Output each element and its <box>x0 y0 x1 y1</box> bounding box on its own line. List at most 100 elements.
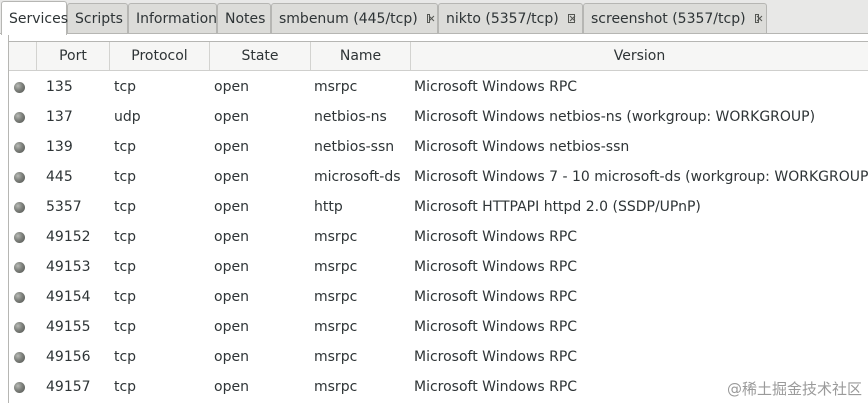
tab-information[interactable]: Information <box>128 3 217 33</box>
protocol-cell: tcp <box>114 289 137 305</box>
service-name-cell: msrpc <box>314 289 358 305</box>
protocol-cell: tcp <box>114 229 137 245</box>
port-cell: 49156 <box>46 349 91 365</box>
tab-nikto[interactable]: nikto (5357/tcp) <box>438 3 583 33</box>
port-cell: 49154 <box>46 289 91 305</box>
tab-smbenum[interactable]: smbenum (445/tcp) <box>271 3 438 33</box>
status-dot-icon <box>14 112 25 123</box>
state-cell: open <box>214 259 249 275</box>
protocol-cell: tcp <box>114 169 137 185</box>
tab-label: screenshot (5357/tcp) <box>591 10 746 27</box>
version-cell: Microsoft Windows RPC <box>414 259 578 275</box>
port-cell: 135 <box>46 79 73 95</box>
table-row[interactable]: 445 tcp open microsoft-ds Microsoft Windows … <box>9 162 868 192</box>
protocol-cell: tcp <box>114 199 137 215</box>
column-header-state[interactable]: State <box>210 42 311 70</box>
table-row[interactable]: 5357 tcp open http Microsoft HTTPAPI httpd 2… <box>9 192 868 222</box>
protocol-cell: udp <box>114 109 141 125</box>
state-cell: open <box>214 199 249 215</box>
table-row[interactable]: 49154 tcp open msrpc Microsoft Windows RPC <box>9 282 868 312</box>
tab-services[interactable]: Services <box>1 1 69 35</box>
status-dot-icon <box>14 322 25 333</box>
version-cell: Microsoft HTTPAPI httpd 2.0 (SSDP/UPnP) <box>414 199 701 215</box>
service-name-cell: msrpc <box>314 379 358 395</box>
tab-scripts[interactable]: Scripts <box>67 3 128 33</box>
service-name-cell: msrpc <box>314 319 358 335</box>
tab-label: Scripts <box>75 10 123 27</box>
version-cell: Microsoft Windows RPC <box>414 289 578 305</box>
table-row[interactable]: 137 udp open netbios-ns Microsoft Windows ne… <box>9 102 868 132</box>
close-icon[interactable] <box>426 14 430 23</box>
service-name-cell: msrpc <box>314 229 358 245</box>
service-name-cell: http <box>314 199 343 215</box>
port-cell: 139 <box>46 139 73 155</box>
state-cell: open <box>214 169 249 185</box>
version-cell: Microsoft Windows RPC <box>414 229 578 245</box>
state-cell: open <box>214 349 249 365</box>
column-header-version[interactable]: Version <box>411 42 868 70</box>
state-cell: open <box>214 139 249 155</box>
service-name-cell: netbios-ssn <box>314 139 395 155</box>
protocol-cell: tcp <box>114 379 137 395</box>
version-cell: Microsoft Windows 7 - 10 microsoft-ds (w… <box>414 169 868 185</box>
table-row[interactable]: 135 tcp open msrpc Microsoft Windows RPC <box>9 72 868 102</box>
tab-notes[interactable]: Notes <box>217 3 271 33</box>
port-cell: 49152 <box>46 229 91 245</box>
state-cell: open <box>214 289 249 305</box>
service-name-cell: netbios-ns <box>314 109 387 125</box>
protocol-cell: tcp <box>114 79 137 95</box>
column-header-name[interactable]: Name <box>311 42 411 70</box>
version-cell: Microsoft Windows RPC <box>414 79 578 95</box>
port-cell: 445 <box>46 169 73 185</box>
status-dot-icon <box>14 232 25 243</box>
status-dot-icon <box>14 142 25 153</box>
service-name-cell: msrpc <box>314 259 358 275</box>
protocol-cell: tcp <box>114 319 137 335</box>
protocol-cell: tcp <box>114 259 137 275</box>
service-name-cell: msrpc <box>314 79 358 95</box>
state-cell: open <box>214 229 249 245</box>
status-dot-icon <box>14 82 25 93</box>
table-header: Port Protocol State Name Version <box>9 42 868 71</box>
tab-screenshot[interactable]: screenshot (5357/tcp) <box>583 3 767 33</box>
service-name-cell: microsoft-ds <box>314 169 401 185</box>
status-dot-icon <box>14 262 25 273</box>
state-cell: open <box>214 379 249 395</box>
table-row[interactable]: 49156 tcp open msrpc Microsoft Windows RPC <box>9 342 868 372</box>
table-row[interactable]: 49153 tcp open msrpc Microsoft Windows RPC <box>9 252 868 282</box>
column-header-port[interactable]: Port <box>37 42 110 70</box>
close-icon[interactable] <box>567 14 575 23</box>
column-header-protocol[interactable]: Protocol <box>110 42 210 70</box>
tab-bar: Services Scripts Information Notes smben… <box>0 0 868 35</box>
table-row[interactable]: 49152 tcp open msrpc Microsoft Windows RPC <box>9 222 868 252</box>
status-dot-icon <box>14 352 25 363</box>
port-cell: 49155 <box>46 319 91 335</box>
services-table-body: 135 tcp open msrpc Microsoft Windows RPC 137 u… <box>9 72 868 402</box>
close-icon[interactable] <box>754 14 759 23</box>
status-dot-icon <box>14 382 25 393</box>
tab-label: Information <box>136 10 218 27</box>
port-cell: 49153 <box>46 259 91 275</box>
status-dot-icon <box>14 202 25 213</box>
table-row[interactable]: 49155 tcp open msrpc Microsoft Windows RPC <box>9 312 868 342</box>
status-dot-icon <box>14 292 25 303</box>
tab-label: smbenum (445/tcp) <box>279 10 418 27</box>
tab-label: nikto (5357/tcp) <box>446 10 559 27</box>
version-cell: Microsoft Windows netbios-ns (workgroup:… <box>414 109 816 125</box>
state-cell: open <box>214 109 249 125</box>
version-cell: Microsoft Windows RPC <box>414 319 578 335</box>
service-name-cell: msrpc <box>314 349 358 365</box>
port-cell: 5357 <box>46 199 82 215</box>
protocol-cell: tcp <box>114 349 137 365</box>
version-cell: Microsoft Windows RPC <box>414 379 578 395</box>
port-cell: 49157 <box>46 379 91 395</box>
tab-label: Services <box>9 10 69 27</box>
watermark: @稀土掘金技术社区 <box>726 380 862 398</box>
state-cell: open <box>214 79 249 95</box>
port-cell: 137 <box>46 109 73 125</box>
status-dot-icon <box>14 172 25 183</box>
version-cell: Microsoft Windows RPC <box>414 349 578 365</box>
state-cell: open <box>214 319 249 335</box>
column-header-status[interactable] <box>9 42 37 70</box>
table-row[interactable]: 139 tcp open netbios-ssn Microsoft Windows n… <box>9 132 868 162</box>
